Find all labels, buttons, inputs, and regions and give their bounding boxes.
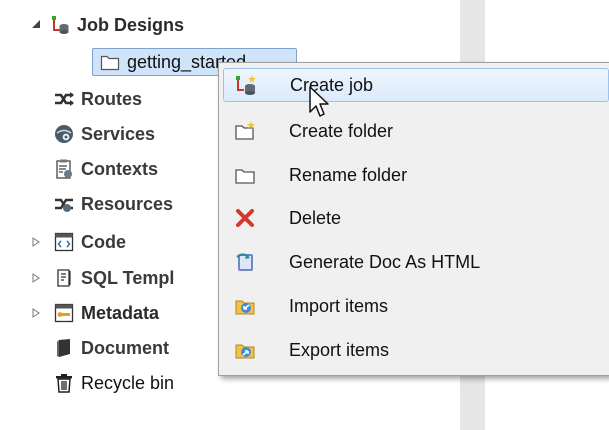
import-items-label: Import items	[289, 295, 389, 316]
services-icon	[54, 124, 74, 144]
create-folder-label: Create folder	[289, 120, 394, 141]
contexts-icon	[54, 159, 74, 179]
tree-item-routes[interactable]: Routes	[54, 84, 142, 114]
rename-folder-label: Rename folder	[289, 164, 408, 185]
recycle-bin-label: Recycle bin	[81, 372, 175, 393]
metadata-label: Metadata	[81, 302, 160, 323]
expand-arrow-icon[interactable]	[30, 272, 42, 284]
tree-item-sql-templates[interactable]: SQL Templ	[54, 263, 174, 293]
metadata-icon	[54, 303, 74, 323]
delete-label: Delete	[289, 207, 342, 228]
services-label: Services	[81, 123, 156, 144]
tree-item-metadata[interactable]: Metadata	[54, 298, 159, 328]
menu-item-create-folder[interactable]: Create folder	[223, 114, 609, 148]
resources-icon	[54, 194, 74, 214]
expand-arrow-icon[interactable]	[30, 236, 42, 248]
sql-templates-label: SQL Templ	[81, 267, 175, 288]
menu-item-export-items[interactable]: Export items	[223, 333, 609, 367]
documentation-icon	[54, 338, 74, 358]
folder-icon	[100, 52, 120, 72]
tree-item-resources[interactable]: Resources	[54, 189, 173, 219]
job-designs-label: Job Designs	[77, 14, 185, 35]
export-items-label: Export items	[289, 339, 390, 360]
create-job-icon	[234, 73, 258, 97]
collapse-arrow-icon[interactable]	[30, 18, 42, 30]
routes-label: Routes	[81, 88, 143, 109]
routes-icon	[54, 89, 74, 109]
tree-item-documentation[interactable]: Document	[54, 333, 169, 363]
documentation-label: Document	[81, 337, 170, 358]
job-designs-icon	[50, 15, 70, 35]
context-menu: Create job Create folder Rename folder D…	[218, 62, 609, 376]
tree-item-code[interactable]: Code	[54, 227, 126, 257]
contexts-label: Contexts	[81, 158, 159, 179]
code-icon	[54, 232, 74, 252]
code-label: Code	[81, 231, 126, 252]
menu-item-rename-folder[interactable]: Rename folder	[223, 158, 609, 192]
delete-icon	[233, 206, 257, 230]
create-folder-icon	[233, 119, 257, 143]
sql-template-icon	[54, 268, 74, 288]
menu-item-create-job[interactable]: Create job	[223, 68, 609, 102]
expand-arrow-icon[interactable]	[30, 307, 42, 319]
tree-item-recycle-bin[interactable]: Recycle bin	[54, 368, 174, 398]
tree-item-contexts[interactable]: Contexts	[54, 154, 158, 184]
generate-doc-label: Generate Doc As HTML	[289, 251, 481, 272]
export-icon	[233, 338, 257, 362]
resources-label: Resources	[81, 193, 174, 214]
folder-icon	[233, 163, 257, 187]
menu-item-generate-doc[interactable]: Generate Doc As HTML	[223, 245, 609, 279]
menu-item-import-items[interactable]: Import items	[223, 289, 609, 323]
tree-item-services[interactable]: Services	[54, 119, 155, 149]
import-icon	[233, 294, 257, 318]
recycle-bin-icon	[54, 373, 74, 393]
generate-doc-icon	[233, 250, 257, 274]
menu-item-delete[interactable]: Delete	[223, 201, 609, 235]
tree-item-job-designs[interactable]: Job Designs	[50, 10, 184, 40]
create-job-label: Create job	[290, 74, 374, 95]
